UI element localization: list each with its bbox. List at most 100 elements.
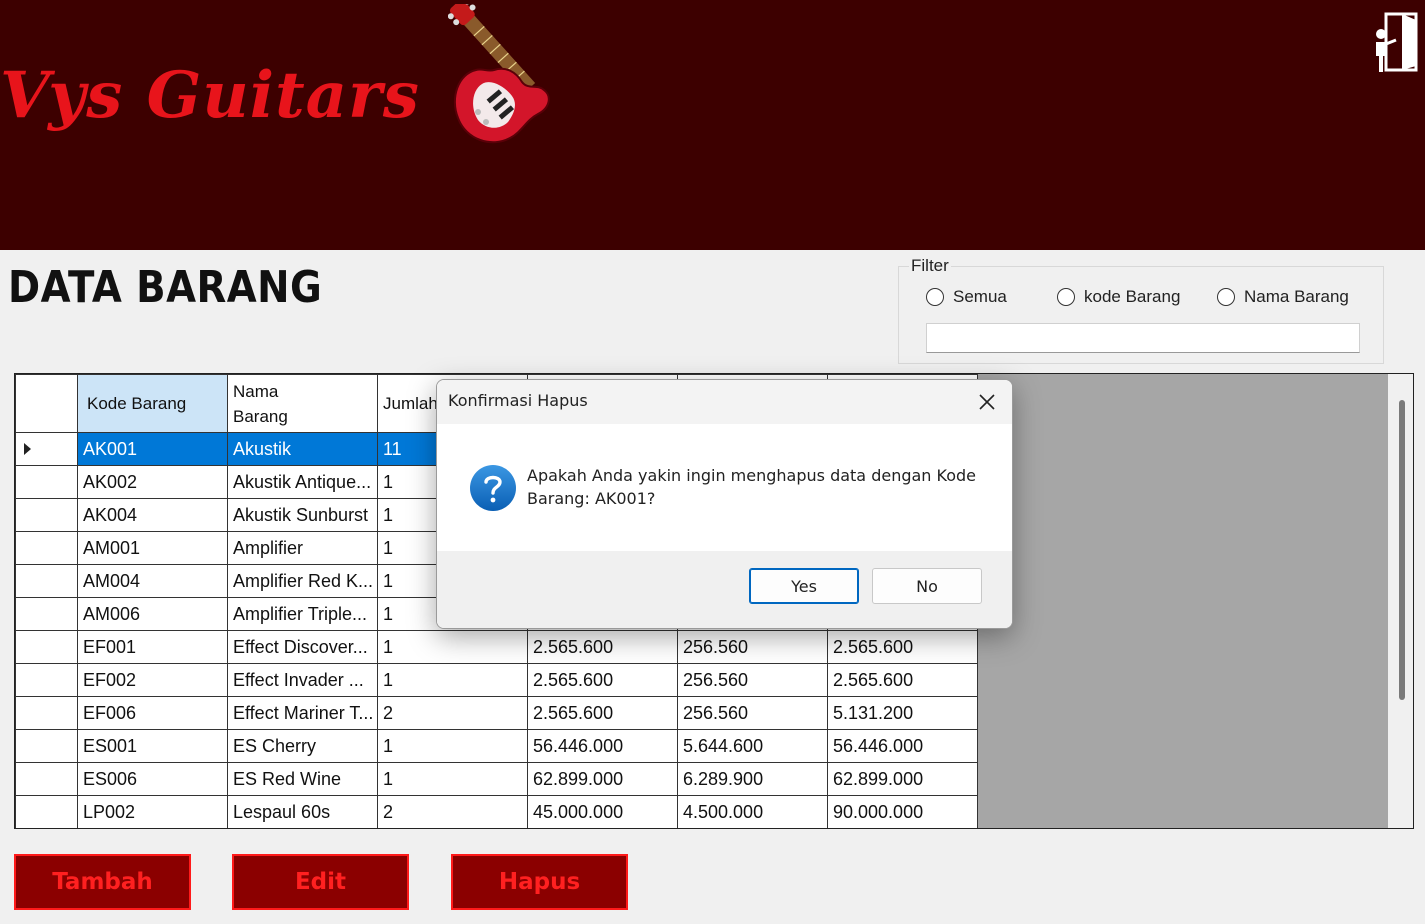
table-cell[interactable]: 1 — [377, 663, 528, 697]
row-header[interactable] — [15, 729, 78, 763]
table-cell[interactable]: Effect Mariner T... — [227, 696, 378, 730]
scrollbar-thumb[interactable] — [1399, 400, 1405, 700]
table-row[interactable]: ES006 ES Red Wine 1 62.899.000 6.289.900 62.8… — [15, 762, 978, 796]
brand-logo-text: Vys Guitars — [0, 58, 420, 133]
current-row-arrow-icon — [24, 443, 31, 455]
table-cell[interactable]: 2 — [377, 696, 528, 730]
radio-nama-barang[interactable]: Nama Barang — [1217, 287, 1349, 307]
question-icon — [470, 465, 516, 511]
radio-circle[interactable] — [1217, 288, 1235, 306]
delete-button[interactable]: Hapus — [451, 854, 628, 910]
table-cell[interactable]: Amplifier — [227, 531, 378, 565]
dialog-footer: Yes No — [437, 551, 1012, 628]
column-header-nama-barang[interactable]: Nama Barang — [227, 374, 378, 433]
no-button[interactable]: No — [872, 568, 982, 604]
close-icon[interactable] — [973, 388, 1001, 416]
confirm-delete-dialog: Konfirmasi Hapus Apakah Anda yakin ingin… — [436, 379, 1013, 629]
header-banner: Vys Guitars — [0, 0, 1425, 250]
table-cell[interactable]: ES006 — [77, 762, 228, 796]
filter-legend: Filter — [909, 256, 951, 276]
table-cell[interactable]: 45.000.000 — [527, 795, 678, 828]
table-cell[interactable]: 5.131.200 — [827, 696, 978, 730]
table-row[interactable]: EF006 Effect Mariner T... 2 2.565.600 256.56… — [15, 696, 978, 730]
row-header[interactable] — [15, 432, 78, 466]
add-button[interactable]: Tambah — [14, 854, 191, 910]
vertical-scrollbar[interactable] — [1388, 374, 1413, 828]
table-cell[interactable]: EF006 — [77, 696, 228, 730]
table-cell[interactable]: 2.565.600 — [527, 696, 678, 730]
table-cell[interactable]: 256.560 — [677, 630, 828, 664]
column-header-kode-barang[interactable]: Kode Barang — [77, 374, 228, 433]
table-cell[interactable]: LP002 — [77, 795, 228, 828]
edit-button[interactable]: Edit — [232, 854, 409, 910]
table-cell[interactable]: 256.560 — [677, 663, 828, 697]
table-cell[interactable]: 2 — [377, 795, 528, 828]
table-cell[interactable]: ES Red Wine — [227, 762, 378, 796]
table-cell[interactable]: 1 — [377, 762, 528, 796]
radio-kode-barang-label: kode Barang — [1084, 287, 1181, 306]
table-row[interactable]: ES001 ES Cherry 1 56.446.000 5.644.600 56.446… — [15, 729, 978, 763]
radio-circle[interactable] — [1057, 288, 1075, 306]
table-cell[interactable]: Effect Discover... — [227, 630, 378, 664]
dialog-message: Apakah Anda yakin ingin menghapus data d… — [527, 466, 977, 508]
table-cell[interactable]: 2.565.600 — [527, 663, 678, 697]
table-cell[interactable]: 256.560 — [677, 696, 828, 730]
dialog-body: Apakah Anda yakin ingin menghapus data d… — [437, 424, 1012, 551]
table-cell[interactable]: 56.446.000 — [527, 729, 678, 763]
row-header[interactable] — [15, 630, 78, 664]
row-header[interactable] — [15, 795, 78, 828]
table-cell[interactable]: 6.289.900 — [677, 762, 828, 796]
radio-nama-barang-label: Nama Barang — [1244, 287, 1349, 306]
table-cell[interactable]: AK004 — [77, 498, 228, 532]
dialog-titlebar: Konfirmasi Hapus — [437, 380, 1012, 424]
table-cell[interactable]: AK002 — [77, 465, 228, 499]
table-row[interactable]: LP002 Lespaul 60s 2 45.000.000 4.500.000 90.0… — [15, 795, 978, 828]
table-row[interactable]: EF001 Effect Discover... 1 2.565.600 256.560… — [15, 630, 978, 664]
radio-circle[interactable] — [926, 288, 944, 306]
table-cell[interactable]: ES Cherry — [227, 729, 378, 763]
page-title: DATA BARANG — [8, 262, 323, 313]
row-header[interactable] — [15, 531, 78, 565]
row-header[interactable] — [15, 564, 78, 598]
table-cell[interactable]: ES001 — [77, 729, 228, 763]
table-cell[interactable]: AM004 — [77, 564, 228, 598]
radio-kode-barang[interactable]: kode Barang — [1057, 287, 1180, 307]
row-header[interactable] — [15, 762, 78, 796]
dialog-title: Konfirmasi Hapus — [448, 391, 588, 410]
row-header-corner — [15, 374, 78, 433]
row-header[interactable] — [15, 663, 78, 697]
table-cell[interactable]: Akustik Sunburst — [227, 498, 378, 532]
table-cell[interactable]: Amplifier Triple... — [227, 597, 378, 631]
table-cell[interactable]: 56.446.000 — [827, 729, 978, 763]
row-header[interactable] — [15, 597, 78, 631]
table-cell[interactable]: 2.565.600 — [827, 663, 978, 697]
table-row[interactable]: EF002 Effect Invader ... 1 2.565.600 256.560… — [15, 663, 978, 697]
table-cell[interactable]: Akustik Antique... — [227, 465, 378, 499]
table-cell[interactable]: Amplifier Red K... — [227, 564, 378, 598]
yes-button[interactable]: Yes — [749, 568, 859, 604]
table-cell[interactable]: Lespaul 60s — [227, 795, 378, 828]
table-cell[interactable]: 1 — [377, 729, 528, 763]
table-cell[interactable]: AK001 — [77, 432, 228, 466]
table-cell[interactable]: EF002 — [77, 663, 228, 697]
table-cell[interactable]: AM006 — [77, 597, 228, 631]
radio-semua[interactable]: Semua — [926, 287, 1007, 307]
row-header[interactable] — [15, 498, 78, 532]
table-cell[interactable]: 62.899.000 — [827, 762, 978, 796]
table-cell[interactable]: 90.000.000 — [827, 795, 978, 828]
table-cell[interactable]: Akustik — [227, 432, 378, 466]
row-header[interactable] — [15, 465, 78, 499]
table-cell[interactable]: EF001 — [77, 630, 228, 664]
table-cell[interactable]: 2.565.600 — [827, 630, 978, 664]
table-cell[interactable]: AM001 — [77, 531, 228, 565]
row-header[interactable] — [15, 696, 78, 730]
table-cell[interactable]: 62.899.000 — [527, 762, 678, 796]
exit-door-icon[interactable] — [1372, 10, 1420, 74]
guitar-icon — [448, 4, 550, 144]
table-cell[interactable]: 1 — [377, 630, 528, 664]
filter-search-input[interactable] — [926, 323, 1360, 353]
table-cell[interactable]: 5.644.600 — [677, 729, 828, 763]
table-cell[interactable]: Effect Invader ... — [227, 663, 378, 697]
table-cell[interactable]: 4.500.000 — [677, 795, 828, 828]
table-cell[interactable]: 2.565.600 — [527, 630, 678, 664]
